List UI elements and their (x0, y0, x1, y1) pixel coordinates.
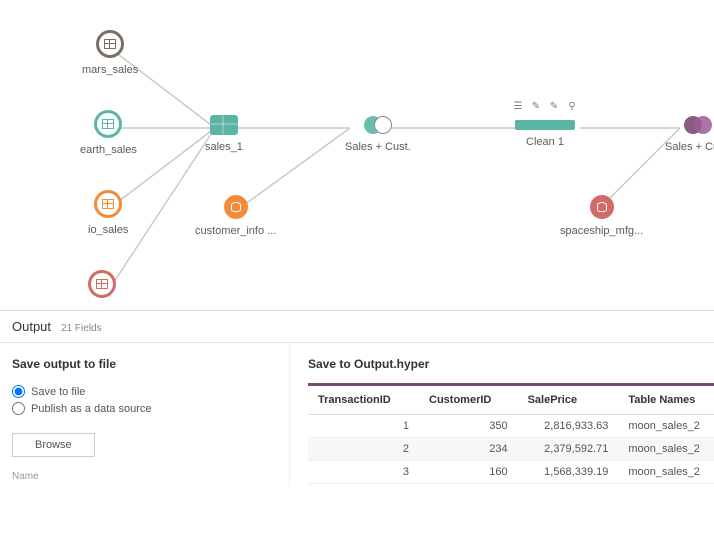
col-header[interactable]: Table Names (618, 386, 714, 415)
node-label: Clean 1 (526, 136, 564, 148)
output-settings-pane: Save output to file Save to file Publish… (0, 343, 290, 486)
clean-toolbar: ☰ ✎ ✎ ⚲ (511, 100, 579, 112)
node-label: io_sales (88, 224, 128, 236)
node-mars-sales[interactable]: mars_sales (82, 30, 138, 76)
node-io-sales[interactable]: io_sales (88, 190, 128, 236)
output-preview-pane: Save to Output.hyper TransactionID Custo… (290, 343, 714, 486)
clean-icon (515, 120, 575, 130)
join-icon (684, 115, 712, 135)
output-panel: Output 21 Fields Save output to file Sav… (0, 310, 714, 486)
node-spaceship-mfg[interactable]: spaceship_mfg... (560, 195, 643, 237)
node-join-2[interactable]: Sales + Cust. (665, 115, 714, 153)
node-label: customer_info ... (195, 225, 276, 237)
col-header[interactable]: CustomerID (419, 386, 518, 415)
radio-save-to-file[interactable]: Save to file (12, 385, 277, 398)
output-header: Output 21 Fields (0, 311, 714, 343)
table-row[interactable]: 3 160 1,568,339.19 moon_sales_2 (308, 461, 714, 484)
table-row[interactable]: 2 234 2,379,592.71 moon_sales_2 (308, 438, 714, 461)
node-label: earth_sales (80, 144, 137, 156)
col-header[interactable]: TransactionID (308, 386, 419, 415)
node-customer-info[interactable]: customer_info ... (195, 195, 276, 237)
radio-input[interactable] (12, 402, 25, 415)
radio-input[interactable] (12, 385, 25, 398)
join-icon (364, 115, 392, 135)
filter-icon: ⚲ (565, 100, 579, 112)
browse-button[interactable]: Browse (12, 433, 95, 457)
node-label: spaceship_mfg... (560, 225, 643, 237)
radio-label: Publish as a data source (31, 403, 151, 415)
preview-title: Save to Output.hyper (308, 357, 714, 371)
node-label: Sales + Cust. (345, 141, 411, 153)
name-field-label: Name (12, 471, 277, 482)
table-row[interactable]: 1 350 2,816,933.63 moon_sales_2 (308, 415, 714, 438)
output-title: Output (12, 319, 51, 334)
fields-count: 21 Fields (61, 323, 102, 334)
radio-label: Save to file (31, 386, 85, 398)
database-icon (224, 195, 248, 219)
node-label: mars_sales (82, 64, 138, 76)
node-label: sales_1 (205, 141, 243, 153)
radio-publish[interactable]: Publish as a data source (12, 402, 277, 415)
database-icon (590, 195, 614, 219)
rename-icon: ✎ (529, 100, 543, 112)
list-icon: ☰ (511, 100, 525, 112)
save-heading: Save output to file (12, 357, 277, 371)
node-clean-1[interactable]: ☰ ✎ ✎ ⚲ Clean 1 (515, 110, 575, 148)
edit-icon: ✎ (547, 100, 561, 112)
union-icon (210, 115, 238, 135)
col-header[interactable]: SalePrice (518, 386, 619, 415)
node-sales-1[interactable]: sales_1 (205, 115, 243, 153)
node-moon-sales[interactable] (88, 270, 116, 304)
node-join-1[interactable]: Sales + Cust. (345, 115, 411, 153)
node-label: Sales + Cust. (665, 141, 714, 153)
preview-table: TransactionID CustomerID SalePrice Table… (308, 386, 714, 484)
flow-canvas[interactable]: mars_sales earth_sales io_sales sales_1 … (0, 0, 714, 310)
node-earth-sales[interactable]: earth_sales (80, 110, 137, 156)
